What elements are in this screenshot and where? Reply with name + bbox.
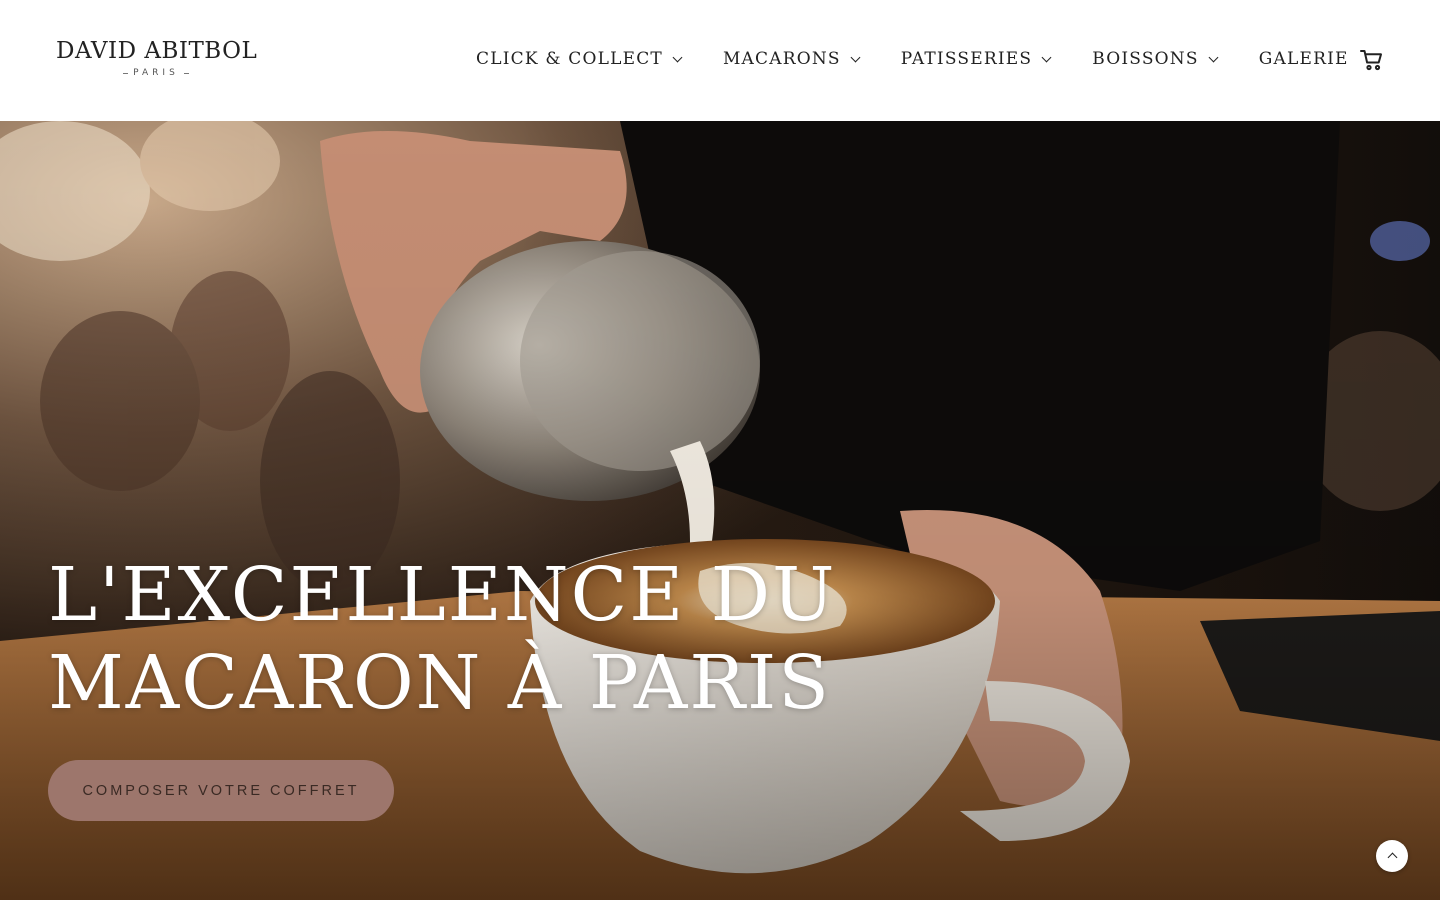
scroll-to-top-button[interactable] — [1376, 840, 1408, 872]
logo-wordmark: DAVID ABITBOL — [56, 38, 258, 64]
logo-subtitle: PARIS — [56, 68, 256, 78]
nav-item-label: CLICK & COLLECT — [476, 49, 663, 69]
chevron-down-icon — [672, 52, 683, 62]
nav-item-label: MACARONS — [722, 49, 841, 69]
chevron-down-icon — [1208, 52, 1219, 62]
site-header: DAVID ABITBOL PARIS CLICK & COLLECT MACA… — [0, 0, 1440, 121]
nav-item-label: GALERIE — [1258, 49, 1349, 69]
main-nav: CLICK & COLLECT MACARONS PATISSERIES BOI… — [476, 46, 1349, 72]
nav-item-boissons[interactable]: BOISSONS — [1092, 49, 1219, 69]
hero-title: L'EXCELLENCE DU MACARON À PARIS — [48, 551, 836, 727]
shopping-cart-icon[interactable] — [1359, 47, 1385, 73]
nav-item-patisseries[interactable]: PATISSERIES — [900, 49, 1052, 69]
nav-item-macarons[interactable]: MACARONS — [722, 49, 861, 69]
chevron-down-icon — [1041, 52, 1052, 62]
compose-box-button[interactable]: COMPOSER VOTRE COFFRET — [48, 760, 394, 821]
chevron-up-icon — [1387, 852, 1397, 863]
logo-subtitle-text: PARIS — [133, 68, 179, 78]
brand-logo[interactable]: DAVID ABITBOL PARIS — [56, 38, 258, 78]
nav-item-galerie[interactable]: GALERIE — [1259, 49, 1349, 69]
hero-section: L'EXCELLENCE DU MACARON À PARIS COMPOSER… — [0, 121, 1440, 900]
nav-item-label: PATISSERIES — [900, 49, 1033, 69]
nav-item-click-collect[interactable]: CLICK & COLLECT — [476, 49, 683, 69]
nav-item-label: BOISSONS — [1092, 49, 1199, 69]
chevron-down-icon — [850, 52, 861, 62]
hero-title-line: L'EXCELLENCE DU — [48, 552, 837, 638]
hero-title-line: MACARON À PARIS — [48, 640, 831, 726]
